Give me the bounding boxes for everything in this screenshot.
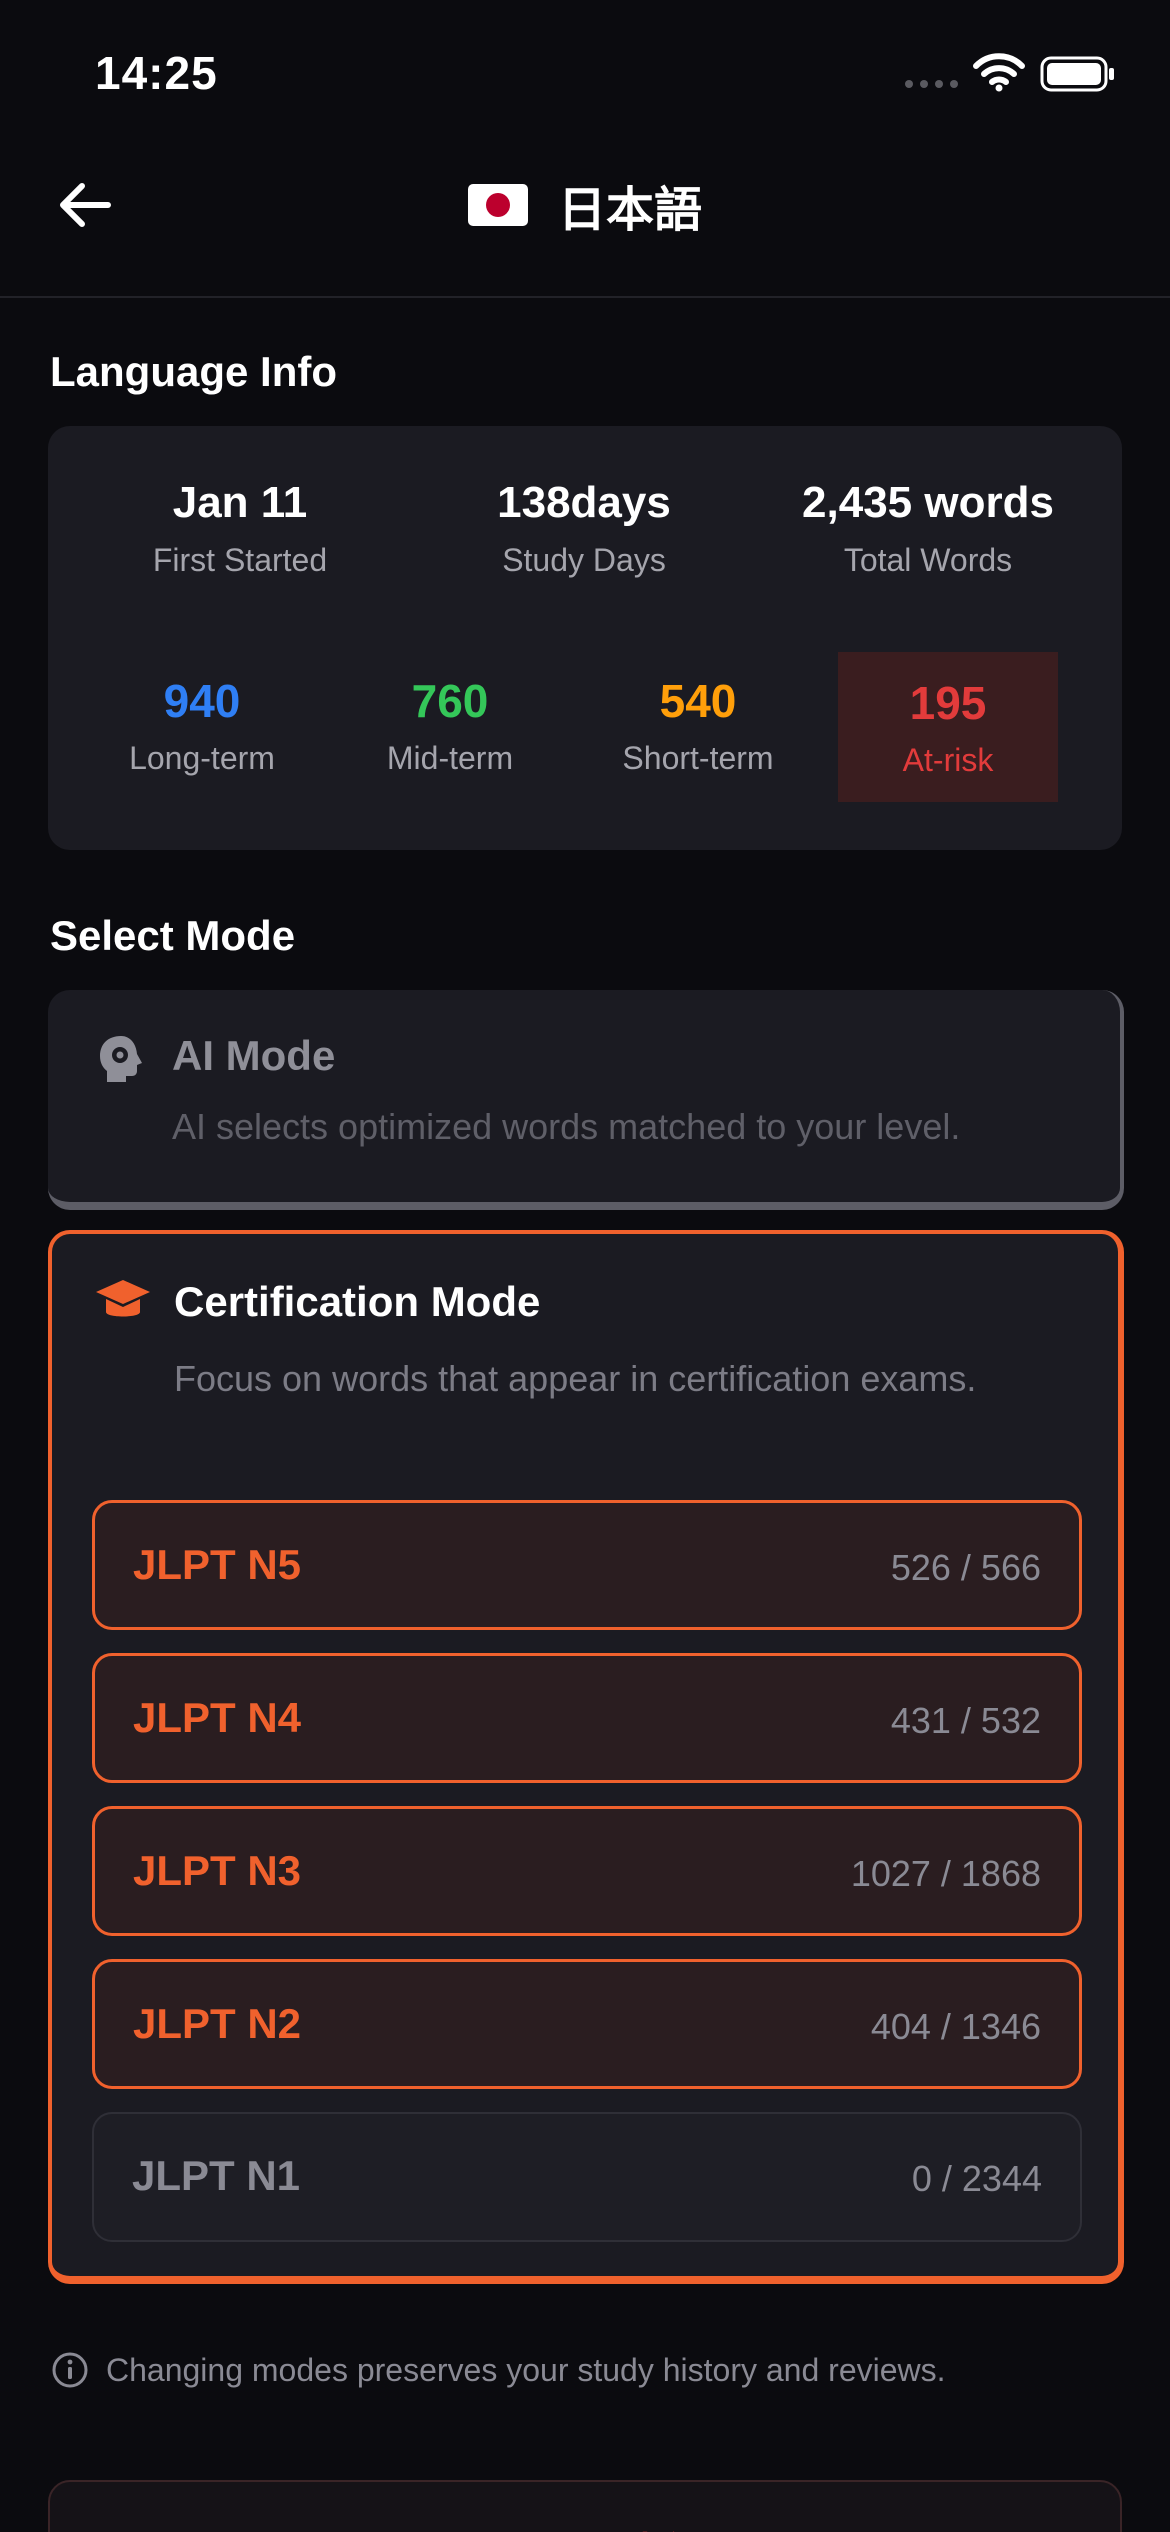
certification-level-list: JLPT N5 526 / 566 JLPT N4 431 / 532 JLPT… bbox=[92, 1500, 1082, 2265]
stat-label: Study Days bbox=[502, 542, 666, 578]
level-count: 431 / 532 bbox=[890, 1700, 1041, 1741]
level-item-jlpt-n4[interactable]: JLPT N4 431 / 532 bbox=[92, 1653, 1082, 1783]
ai-mode-title: AI Mode bbox=[172, 1032, 336, 1079]
battery-icon bbox=[1040, 56, 1114, 92]
level-count: 0 / 2344 bbox=[911, 2158, 1042, 2199]
graduation-cap-icon bbox=[96, 1280, 150, 1317]
level-name: JLPT N2 bbox=[133, 2000, 302, 2047]
level-item-jlpt-n2[interactable]: JLPT N2 404 / 1346 bbox=[92, 1959, 1082, 2089]
ai-mode-description: AI selects optimized words matched to yo… bbox=[172, 1106, 961, 1147]
stat-mid-term: 760 Mid-term bbox=[340, 650, 560, 800]
ai-mode-card[interactable]: AI Mode AI selects optimized words match… bbox=[48, 990, 1124, 1210]
stat-label: Long-term bbox=[129, 740, 275, 776]
stat-study-days: 138days Study Days bbox=[434, 478, 734, 579]
stat-first-started: Jan 11 First Started bbox=[90, 478, 390, 579]
select-mode-title: Select Mode bbox=[50, 912, 296, 959]
stat-label: First Started bbox=[152, 542, 328, 578]
certification-mode-description: Focus on words that appear in certificat… bbox=[174, 1358, 977, 1399]
stat-value: 195 bbox=[909, 677, 987, 729]
language-info-card: Jan 11 First Started 138days Study Days … bbox=[48, 426, 1122, 850]
status-bar: 14:25 bbox=[0, 0, 1170, 140]
stat-label: Mid-term bbox=[386, 740, 514, 776]
certification-mode-title: Certification Mode bbox=[174, 1278, 541, 1325]
stat-total-words: 2,435 words Total Words bbox=[778, 478, 1078, 579]
screen: 14:25 日本語 Language Info Jan 11 First Sta… bbox=[0, 0, 1170, 2532]
stat-label: At-risk bbox=[902, 742, 994, 778]
reset-button-label: Reset 日本語 bbox=[50, 2520, 1120, 2532]
stat-value: Jan 11 bbox=[172, 478, 308, 527]
language-info-title: Language Info bbox=[50, 348, 337, 395]
mode-change-note: Changing modes preserves your study hist… bbox=[50, 2350, 946, 2390]
stat-long-term: 940 Long-term bbox=[92, 650, 312, 800]
stat-at-risk[interactable]: 195 At-risk bbox=[838, 652, 1058, 802]
level-name: JLPT N4 bbox=[133, 1694, 302, 1741]
wifi-icon bbox=[973, 53, 1025, 92]
navigation-bar: 日本語 bbox=[0, 140, 1170, 298]
level-name: JLPT N5 bbox=[133, 1541, 302, 1588]
level-count: 404 / 1346 bbox=[870, 2006, 1041, 2047]
level-name: JLPT N3 bbox=[133, 1847, 302, 1894]
info-icon bbox=[52, 2352, 88, 2388]
nav-title: 日本語 bbox=[0, 170, 1170, 240]
status-time: 14:25 bbox=[95, 47, 218, 99]
certification-mode-card[interactable]: Certification Mode Focus on words that a… bbox=[48, 1230, 1124, 2284]
level-count: 526 / 566 bbox=[890, 1547, 1041, 1588]
stat-value: 940 bbox=[163, 675, 241, 727]
level-count: 1027 / 1868 bbox=[850, 1853, 1041, 1894]
stat-label: Short-term bbox=[622, 740, 774, 776]
level-item-jlpt-n3[interactable]: JLPT N3 1027 / 1868 bbox=[92, 1806, 1082, 1936]
nav-title-text: 日本語 bbox=[557, 184, 702, 237]
note-text: Changing modes preserves your study hist… bbox=[106, 2351, 946, 2388]
level-name: JLPT N1 bbox=[132, 2152, 301, 2199]
level-item-jlpt-n5[interactable]: JLPT N5 526 / 566 bbox=[92, 1500, 1082, 1630]
stat-value: 760 bbox=[411, 675, 489, 727]
level-item-jlpt-n1[interactable]: JLPT N1 0 / 2344 bbox=[92, 2112, 1082, 2242]
stat-value: 540 bbox=[659, 675, 737, 727]
cellular-signal-icon bbox=[905, 80, 958, 88]
stat-value: 2,435 words bbox=[802, 478, 1054, 527]
reset-language-button[interactable]: Reset 日本語 bbox=[48, 2480, 1122, 2532]
japan-flag-icon bbox=[467, 184, 528, 226]
brain-gear-icon bbox=[100, 1036, 142, 1082]
stat-value: 138days bbox=[497, 478, 671, 527]
stat-label: Total Words bbox=[843, 542, 1013, 578]
stat-short-term: 540 Short-term bbox=[588, 650, 808, 800]
